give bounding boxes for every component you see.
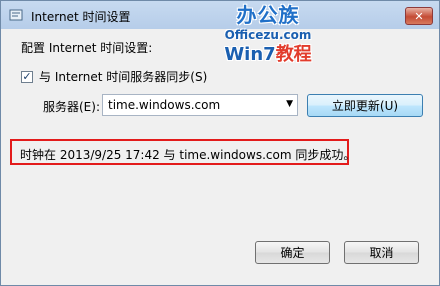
window-title: Internet 时间设置 <box>31 10 131 24</box>
cancel-label: 取消 <box>369 246 394 260</box>
watermark-line3-prefix: Win7 <box>224 44 276 65</box>
checkmark-icon: ✓ <box>22 70 32 83</box>
close-icon: ✕ <box>414 9 424 23</box>
server-value[interactable]: time.windows.com <box>108 98 220 112</box>
internet-time-dialog: Internet 时间设置 ✕ 办公族 Officezu.com Win7教程 … <box>0 0 440 286</box>
dropdown-arrow-icon[interactable]: ▼ <box>286 99 293 109</box>
cancel-button[interactable]: 取消 <box>344 241 419 264</box>
watermark-line3: Win7教程 <box>213 43 323 67</box>
clock-settings-icon <box>9 9 23 21</box>
config-heading: 配置 Internet 时间设置: <box>21 41 153 55</box>
close-button[interactable]: ✕ <box>405 7 433 25</box>
server-label: 服务器(E): <box>43 100 100 114</box>
sync-checkbox[interactable]: ✓ <box>21 70 33 83</box>
sync-checkbox-row[interactable]: ✓ 与 Internet 时间服务器同步(S) <box>21 68 207 85</box>
status-highlight-box: 时钟在 2013/9/25 17:42 与 time.windows.com 同… <box>10 139 355 165</box>
update-now-label: 立即更新(U) <box>331 99 399 113</box>
ok-label: 确定 <box>280 246 305 260</box>
watermark-line3-suffix: 教程 <box>275 44 312 65</box>
ok-button[interactable]: 确定 <box>255 241 330 264</box>
update-now-button[interactable]: 立即更新(U) <box>307 94 423 117</box>
watermark-logo: 办公族 Officezu.com Win7教程 <box>213 3 323 75</box>
watermark-line2: Officezu.com <box>224 28 312 42</box>
watermark-line1: 办公族 <box>236 3 300 27</box>
server-combobox[interactable]: time.windows.com ▼ <box>102 94 298 116</box>
sync-checkbox-label[interactable]: 与 Internet 时间服务器同步(S) <box>39 68 207 85</box>
sync-status-message: 时钟在 2013/9/25 17:42 与 time.windows.com 同… <box>20 148 356 162</box>
